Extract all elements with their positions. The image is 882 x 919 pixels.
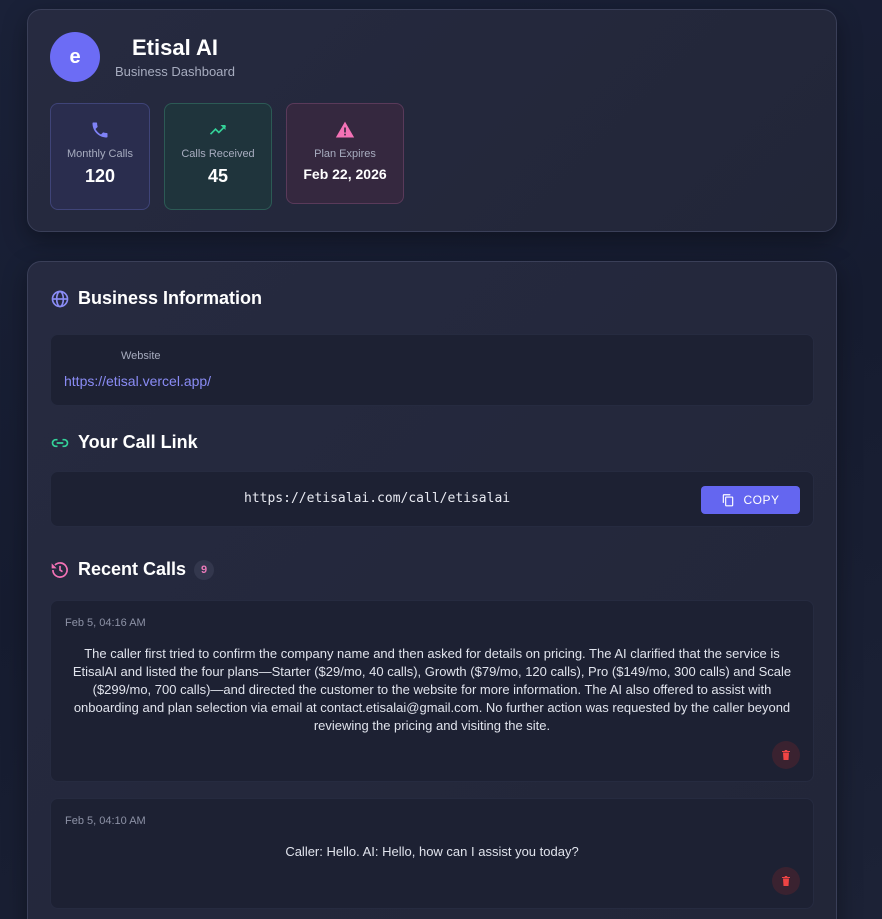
call-summary: The caller first tried to confirm the co… — [72, 646, 792, 733]
stat-monthly-calls: Monthly Calls 120 — [50, 103, 150, 210]
call-summary: Caller: Hello. AI: Hello, how can I assi… — [285, 844, 579, 859]
stat-label: Plan Expires — [314, 148, 376, 160]
stat-value: 45 — [207, 166, 229, 186]
page-subtitle: Business Dashboard — [115, 64, 235, 79]
stat-value: Feb 22, 2026 — [303, 166, 387, 182]
phone-icon — [51, 120, 149, 142]
stat-calls-received: Calls Received 45 — [164, 103, 272, 210]
warning-icon — [287, 120, 403, 142]
website-label: Website — [121, 350, 161, 362]
copy-icon — [723, 494, 734, 507]
stat-value: 120 — [84, 166, 116, 186]
call-list-item: Feb 5, 04:10 AM Caller: Hello. AI: Hello… — [50, 798, 814, 909]
call-timestamp: Feb 5, 04:16 AM — [65, 617, 146, 629]
section-title-text: Recent Calls — [78, 559, 187, 579]
stat-plan-expires: Plan Expires Feb 22, 2026 — [286, 103, 404, 204]
business-header-card: e Etisal AI Business Dashboard Monthly C… — [27, 9, 837, 232]
business-info-heading: Business Information — [50, 288, 262, 309]
avatar: e — [50, 32, 100, 82]
link-icon — [51, 438, 69, 447]
business-info-card: Business Information Website https://eti… — [27, 261, 837, 919]
stat-label: Calls Received — [181, 148, 255, 160]
call-link-box: https://etisalai.com/call/etisalai COPY — [50, 471, 814, 527]
delete-call-button[interactable] — [772, 867, 800, 895]
trash-icon — [782, 876, 790, 886]
globe-icon — [51, 290, 69, 307]
website-link[interactable]: https://etisal.vercel.app/ — [64, 373, 211, 389]
trending-up-icon — [165, 120, 271, 142]
trash-icon — [782, 750, 790, 760]
business-name: Etisal AI — [132, 35, 218, 60]
recent-calls-heading: Recent Calls 9 — [50, 559, 215, 580]
section-title-text: Business Information — [78, 288, 263, 308]
delete-call-button[interactable] — [772, 741, 800, 769]
recent-calls-count-badge: 9 — [194, 559, 215, 580]
history-icon — [51, 561, 68, 578]
copy-button[interactable]: COPY — [701, 486, 800, 514]
copy-button-label: COPY — [743, 493, 780, 507]
stat-label: Monthly Calls — [66, 148, 134, 160]
call-list-item: Feb 5, 04:16 AM The caller first tried t… — [50, 600, 814, 782]
website-box: Website https://etisal.vercel.app/ — [50, 334, 814, 406]
section-title-text: Your Call Link — [78, 432, 198, 452]
call-link-url: https://etisalai.com/call/etisalai — [244, 491, 511, 506]
call-timestamp: Feb 5, 04:10 AM — [65, 815, 146, 827]
call-link-heading: Your Call Link — [50, 432, 198, 453]
